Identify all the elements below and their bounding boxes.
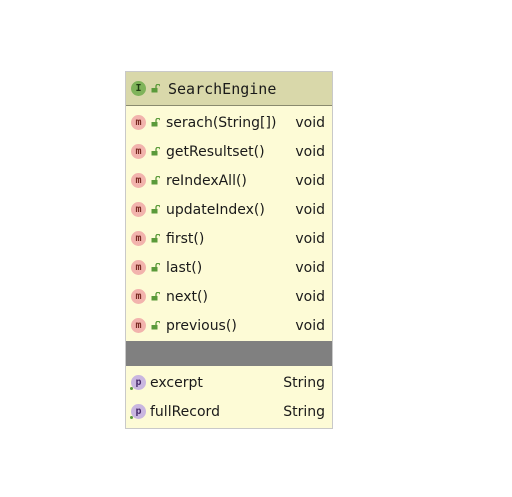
method-row[interactable]: m first() void: [126, 224, 332, 253]
public-lock-icon: [151, 321, 160, 330]
public-lock-icon: [151, 205, 160, 214]
method-name: updateIndex(): [166, 201, 265, 218]
property-name: fullRecord: [150, 403, 220, 420]
property-icon: p: [131, 375, 146, 390]
property-icon: p: [131, 404, 146, 419]
method-return-type: void: [295, 288, 325, 305]
property-row[interactable]: p excerpt String: [126, 368, 332, 397]
public-dot-icon: [130, 416, 133, 419]
method-row[interactable]: m serach(String[]) void: [126, 108, 332, 137]
uml-class-box[interactable]: I SearchEngine m serach(String[]) void m get…: [125, 71, 333, 429]
method-name: previous(): [166, 317, 237, 334]
method-icon: m: [131, 115, 146, 130]
method-name: getResultset(): [166, 143, 265, 160]
property-type: String: [283, 374, 325, 391]
method-icon: m: [131, 260, 146, 275]
method-return-type: void: [295, 172, 325, 189]
public-lock-icon: [151, 292, 160, 301]
method-icon: m: [131, 144, 146, 159]
method-return-type: void: [295, 143, 325, 160]
method-return-type: void: [295, 259, 325, 276]
class-name: SearchEngine: [168, 79, 277, 98]
method-icon: m: [131, 173, 146, 188]
interface-icon: I: [131, 81, 146, 96]
method-icon: m: [131, 289, 146, 304]
method-icon: m: [131, 202, 146, 217]
method-name: reIndexAll(): [166, 172, 247, 189]
method-name: first(): [166, 230, 205, 247]
fields-separator: [126, 341, 332, 366]
public-lock-icon: [151, 176, 160, 185]
method-icon: m: [131, 318, 146, 333]
method-row[interactable]: m last() void: [126, 253, 332, 282]
method-name: next(): [166, 288, 208, 305]
method-name: last(): [166, 259, 203, 276]
properties-section: p excerpt String p fullRecord String: [126, 366, 332, 428]
public-lock-icon: [151, 118, 160, 127]
method-row[interactable]: m updateIndex() void: [126, 195, 332, 224]
method-row[interactable]: m previous() void: [126, 311, 332, 340]
method-row[interactable]: m getResultset() void: [126, 137, 332, 166]
method-row[interactable]: m next() void: [126, 282, 332, 311]
public-lock-icon: [151, 147, 160, 156]
property-name: excerpt: [150, 374, 203, 391]
public-dot-icon: [130, 387, 133, 390]
method-icon: m: [131, 231, 146, 246]
property-type: String: [283, 403, 325, 420]
method-row[interactable]: m reIndexAll() void: [126, 166, 332, 195]
public-lock-icon: [151, 234, 160, 243]
method-return-type: void: [295, 317, 325, 334]
methods-section: m serach(String[]) void m getResultset() void…: [126, 106, 332, 340]
method-return-type: void: [295, 114, 325, 131]
property-row[interactable]: p fullRecord String: [126, 397, 332, 426]
method-return-type: void: [295, 201, 325, 218]
method-return-type: void: [295, 230, 325, 247]
method-name: serach(String[]): [166, 114, 277, 131]
class-header[interactable]: I SearchEngine: [126, 72, 332, 106]
public-lock-icon: [151, 84, 160, 93]
public-lock-icon: [151, 263, 160, 272]
